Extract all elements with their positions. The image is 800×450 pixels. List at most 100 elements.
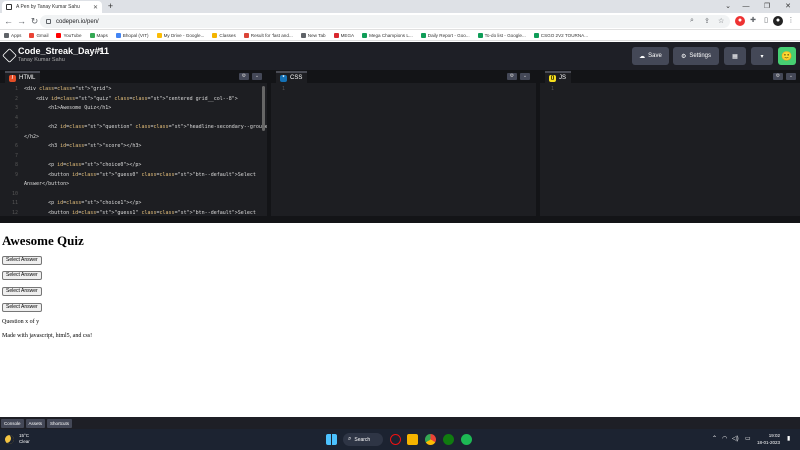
pen-author[interactable]: Tanay Kumar Sahu — [18, 57, 65, 63]
quiz-heading: Awesome Quiz — [2, 233, 84, 248]
bookmark-icon — [333, 32, 339, 38]
html-pane-header: / HTML ⚙ ⌄ — [0, 70, 267, 83]
js-code-editor[interactable]: 1 — [540, 85, 800, 216]
html-collapse-icon[interactable]: ⌄ — [252, 73, 262, 80]
settings-button[interactable]: ⚙ Settings — [673, 47, 719, 65]
opera-icon[interactable] — [390, 434, 401, 445]
profile-avatar[interactable]: ● — [773, 16, 783, 26]
bookmark-label: CSGO 2V2 TOURNA... — [540, 32, 589, 38]
back-icon[interactable]: ← — [3, 16, 14, 27]
menu-kebab-icon[interactable]: ⋮ — [786, 16, 796, 26]
reload-icon[interactable]: ↻ — [29, 16, 40, 27]
volume-icon[interactable]: ◁) — [732, 435, 739, 442]
line-number: 12 — [11, 209, 18, 216]
resize-divider[interactable] — [0, 216, 800, 223]
codepen-logo-icon[interactable] — [2, 48, 17, 63]
js-pane-header: () JS ⚙ ⌄ — [540, 70, 800, 83]
close-window-icon[interactable]: ✕ — [776, 0, 800, 13]
select-answer-button-1[interactable]: Select Answer — [2, 256, 42, 265]
bookmark-label: Result for 'fast and... — [250, 32, 293, 38]
windows-start-icon[interactable] — [326, 434, 337, 445]
pen-title[interactable]: Code_Streak_Day#11 — [18, 46, 109, 56]
taskbar-search[interactable]: ⌕ Search — [343, 433, 383, 446]
bookmark-item[interactable]: Result for 'fast and... — [243, 32, 293, 38]
line-number: 10 — [11, 190, 18, 197]
bookmark-icon — [4, 32, 9, 38]
xbox-icon[interactable] — [443, 434, 454, 445]
extension-shield-icon[interactable]: ● — [735, 16, 745, 26]
console-button[interactable]: Console — [1, 418, 24, 428]
user-avatar[interactable]: 🙂 — [778, 47, 796, 65]
css-settings-icon[interactable]: ⚙ — [507, 73, 517, 80]
bookmark-item[interactable]: Maps — [89, 32, 108, 38]
wifi-icon[interactable]: ◠ — [722, 435, 727, 442]
tray-chevron-icon[interactable]: ⌃ — [712, 435, 717, 442]
css-collapse-icon[interactable]: ⌄ — [520, 73, 530, 80]
js-pane-label: JS — [559, 75, 567, 81]
file-explorer-icon[interactable] — [407, 434, 418, 445]
bookmark-item[interactable]: Daily Report - Goo... — [420, 32, 470, 38]
new-tab-button[interactable]: + — [106, 2, 115, 11]
save-button[interactable]: ☁ Save — [632, 47, 669, 65]
assets-button[interactable]: Assets — [25, 418, 46, 428]
bookmark-icon — [89, 32, 95, 38]
html-pane-tab[interactable]: / HTML — [5, 71, 41, 83]
browser-tab[interactable]: A Pen by Tanay Kumar Sahu ✕ — [2, 1, 102, 13]
bookmark-label: YouTube — [63, 32, 82, 38]
code-line: </h2> — [24, 133, 40, 140]
bookmark-item[interactable]: Mega Champions L... — [362, 32, 413, 38]
bookmark-item[interactable]: Gmail — [29, 32, 48, 38]
extensions-puzzle-icon[interactable]: ✚ — [748, 16, 758, 26]
html-settings-icon[interactable]: ⚙ — [239, 73, 249, 80]
edit-title-pencil-icon[interactable]: ✎ — [98, 47, 104, 55]
css-pane-header: * CSS ⚙ ⌄ — [271, 70, 536, 83]
bookmark-item[interactable]: My Drive - Google... — [156, 32, 204, 38]
shortcuts-button[interactable]: Shortcuts — [47, 418, 73, 428]
bookmark-item[interactable]: YouTube — [56, 32, 82, 38]
codepen-favicon-icon — [6, 4, 12, 10]
html-editor-scrollbar[interactable] — [262, 86, 265, 131]
address-bar[interactable]: codepen.io/pen/ ⌕ ⇪ ☆ — [40, 15, 730, 28]
gear-icon: ⚙ — [680, 53, 687, 60]
line-number: 8 — [14, 162, 18, 168]
search-icon[interactable]: ⌕ — [690, 17, 694, 25]
bookmark-icon — [115, 32, 121, 38]
js-pane-tab[interactable]: () JS — [545, 71, 572, 83]
select-answer-button-2[interactable]: Select Answer — [2, 271, 42, 280]
codepen-header: Code_Streak_Day#11 ✎ Tanay Kumar Sahu ☁ … — [0, 42, 800, 70]
line-number: 5 — [14, 124, 18, 130]
css-pane-tab[interactable]: * CSS — [276, 71, 308, 83]
select-answer-button-4[interactable]: Select Answer — [2, 303, 42, 312]
css-code-editor[interactable]: 1 — [271, 85, 536, 216]
share-icon[interactable]: ⇪ — [704, 17, 710, 25]
cloud-icon: ☁ — [639, 53, 646, 60]
address-row: ← → ↻ codepen.io/pen/ ⌕ ⇪ ☆ ● ✚ ▯ ● ⋮ — [0, 13, 800, 30]
tab-close-icon[interactable]: ✕ — [93, 4, 98, 11]
select-answer-button-3[interactable]: Select Answer — [2, 287, 42, 296]
bookmark-item[interactable]: CSGO 2V2 TOURNA... — [533, 32, 589, 38]
bookmark-item[interactable]: Apps — [4, 32, 21, 38]
pin-dropdown-button[interactable]: ▾ — [751, 47, 773, 65]
side-panel-icon[interactable]: ▯ — [761, 16, 771, 26]
bookmark-item[interactable]: Classes — [212, 32, 236, 38]
js-settings-icon[interactable]: ⚙ — [773, 73, 783, 80]
bookmark-item[interactable]: New Tab — [300, 32, 326, 38]
spotify-icon[interactable] — [461, 434, 472, 445]
line-number: 1 — [550, 86, 554, 92]
chrome-icon[interactable] — [425, 434, 436, 445]
change-view-button[interactable]: ▦ — [724, 47, 746, 65]
js-collapse-icon[interactable]: ⌄ — [786, 73, 796, 80]
forward-icon[interactable]: → — [16, 16, 27, 27]
bookmark-item[interactable]: Bhopal (VIT) — [115, 32, 149, 38]
bookmark-item[interactable]: MEGA — [333, 32, 354, 38]
bookmark-star-icon[interactable]: ☆ — [718, 17, 724, 25]
weather-widget[interactable]: 15°C Clear — [5, 433, 30, 445]
html-code-editor[interactable]: 1 <div class=class="st">"grid"> 2 <div id=… — [0, 85, 267, 216]
battery-icon[interactable]: ▭ — [745, 435, 751, 442]
notification-icon[interactable]: ▮ — [787, 435, 790, 442]
code-line: <div id=class="st">"quiz" class=class="s… — [24, 95, 238, 102]
layout-icon: ▦ — [732, 53, 738, 60]
taskbar-clock[interactable]: 19:02 18-01-2023 — [757, 433, 780, 446]
bookmark-item[interactable]: To-do list - Google... — [477, 32, 526, 38]
tab-title: A Pen by Tanay Kumar Sahu — [16, 4, 80, 10]
